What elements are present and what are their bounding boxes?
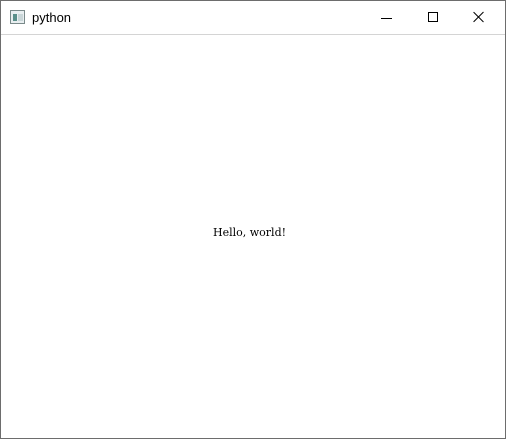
close-button[interactable] <box>456 1 502 34</box>
python-app-icon[interactable] <box>10 10 25 24</box>
minimize-icon <box>381 18 392 19</box>
close-icon <box>473 11 485 23</box>
maximize-button[interactable] <box>410 1 456 34</box>
hello-world-label: Hello, world! <box>213 226 287 239</box>
maximize-icon <box>428 12 438 22</box>
app-window: python Hello, world! <box>0 0 506 439</box>
title-bar[interactable]: python <box>1 1 505 35</box>
minimize-button[interactable] <box>364 1 410 34</box>
window-title: python <box>32 10 72 25</box>
window-client-area: Hello, world! <box>1 35 505 438</box>
